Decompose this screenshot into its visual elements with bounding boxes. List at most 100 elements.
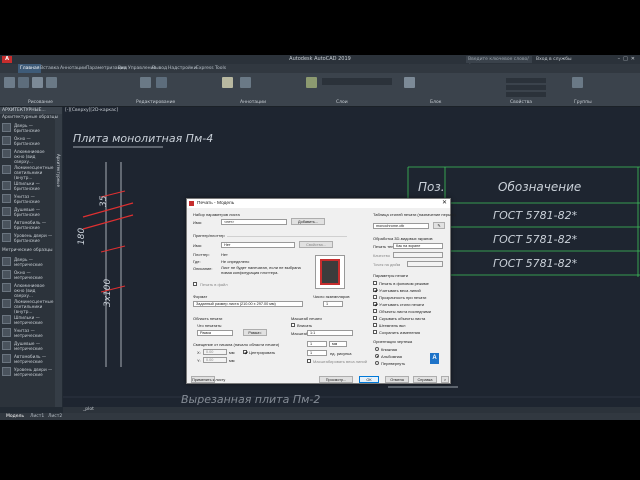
paper-format-select[interactable]: Заданный размер листа (210.00 x 297.00 м… <box>193 301 303 307</box>
copies-input[interactable]: 1 <box>323 301 343 307</box>
linetype-dropdown[interactable] <box>506 85 546 90</box>
print-to-file-checkbox[interactable] <box>193 282 197 286</box>
layer-properties-icon[interactable] <box>306 77 317 88</box>
orientation-label: Перевернуть <box>381 361 406 366</box>
drawing-title-text[interactable]: Плита монолитная Пм-4 <box>73 132 213 145</box>
offset-x-label: X: <box>197 350 201 355</box>
search-input[interactable]: Введите ключевое слово/фразу <box>466 56 532 69</box>
quality-select[interactable] <box>393 252 443 258</box>
fit-to-paper-checkbox[interactable] <box>291 323 295 327</box>
tab-view[interactable]: Вид <box>118 64 127 73</box>
printer-properties-button[interactable]: Свойства... <box>299 241 333 248</box>
dimension-tool-icon[interactable] <box>240 77 251 88</box>
dpi-input[interactable] <box>407 261 443 267</box>
gost-row[interactable]: ГОСТ 5781-82* <box>493 257 577 270</box>
palette-vertical-tab[interactable]: Архитектурные <box>55 114 62 407</box>
more-options-button[interactable]: > <box>441 376 449 383</box>
edit-plot-style-icon[interactable]: ✎ <box>433 222 445 229</box>
panel-draw[interactable]: Рисование <box>28 100 53 105</box>
panel-layers[interactable]: Слои <box>336 100 348 105</box>
scale-select[interactable]: 1:1 <box>307 330 353 336</box>
plot-option-checkbox[interactable] <box>373 302 377 306</box>
panel-properties[interactable]: Свойства <box>510 100 532 105</box>
plot-option-checkbox[interactable] <box>373 281 377 285</box>
plot-option-label: Штемпель вкл <box>379 323 406 328</box>
group-icon[interactable] <box>572 77 583 88</box>
line-tool-icon[interactable] <box>4 77 15 88</box>
signin-button[interactable]: Вход в службы <box>536 55 572 64</box>
move-tool-icon[interactable] <box>140 77 151 88</box>
window-select-button[interactable]: Рамка< <box>243 329 267 336</box>
page-setup-select[interactable]: <нет> <box>221 219 287 225</box>
printer-select[interactable]: Нет <box>221 242 295 248</box>
panel-block[interactable]: Блок <box>430 100 441 105</box>
close-icon[interactable]: ✕ <box>442 199 447 208</box>
rotate-tool-icon[interactable] <box>156 77 167 88</box>
tab-layout2[interactable]: Лист2 <box>48 413 62 420</box>
panel-annotation[interactable]: Аннотации <box>240 100 266 105</box>
offset-y-input[interactable]: 0.00 <box>203 357 227 363</box>
autocad-small-icon <box>189 201 194 206</box>
insert-block-icon[interactable] <box>404 77 415 88</box>
tab-model[interactable]: Модель <box>6 413 24 420</box>
table-header-poz[interactable]: Поз. <box>418 180 445 194</box>
dimension-180[interactable]: 180 <box>77 228 87 245</box>
color-dropdown[interactable] <box>506 78 546 83</box>
layer-dropdown[interactable] <box>322 78 392 85</box>
tab-output[interactable]: Вывод <box>152 64 167 73</box>
tab-layout1[interactable]: Лист1 <box>30 413 44 420</box>
polyline-tool-icon[interactable] <box>18 77 29 88</box>
shower-icon <box>2 207 11 216</box>
tab-home[interactable]: Главная <box>18 64 42 73</box>
shade-plot-select[interactable]: Как на экране <box>393 243 443 249</box>
drawing-bottom-text[interactable]: Вырезанная плита Пм-2 <box>181 393 320 406</box>
text-tool-icon[interactable] <box>222 77 233 88</box>
center-plot-checkbox[interactable] <box>243 350 247 354</box>
shaded-group-label: Обработка 3D-видовых экранов <box>373 236 433 241</box>
dimension-35[interactable]: 35 <box>99 196 109 207</box>
apply-to-layout-button[interactable]: Применить к листу <box>191 376 225 383</box>
cancel-button[interactable]: Отмена <box>385 376 409 383</box>
tab-addins[interactable]: Надстройки <box>168 64 197 73</box>
scale-numerator-input[interactable]: 1 <box>307 341 327 347</box>
scale-unit-select[interactable]: мм <box>329 341 347 347</box>
center-plot-label: Центрировать <box>249 350 276 355</box>
table-header-oboznachenie[interactable]: Обозначение <box>498 180 581 194</box>
panel-groups[interactable]: Группы <box>574 100 592 105</box>
gost-row[interactable]: ГОСТ 5781-82* <box>493 233 577 246</box>
orientation-radio[interactable] <box>375 347 379 351</box>
tab-insert[interactable]: Вставка <box>40 64 59 73</box>
circle-tool-icon[interactable] <box>32 77 43 88</box>
plot-option-checkbox[interactable] <box>373 288 377 292</box>
window-controls[interactable]: –□✕ <box>618 55 638 64</box>
plot-option-checkbox[interactable] <box>373 309 377 313</box>
scale-lineweights-checkbox[interactable] <box>307 359 311 363</box>
tab-annotate[interactable]: Аннотации <box>60 64 86 73</box>
ok-button[interactable]: ОК <box>359 376 379 383</box>
window-icon <box>2 136 11 145</box>
plot-options-group-label: Параметры печати <box>373 273 408 278</box>
add-page-setup-button[interactable]: Добавить... <box>291 218 325 225</box>
plot-option-checkbox[interactable] <box>373 323 377 327</box>
palette-header[interactable]: АРХИТЕКТУРНЫЕ... <box>0 107 62 114</box>
arc-tool-icon[interactable] <box>46 77 57 88</box>
lineweight-dropdown[interactable] <box>506 92 546 97</box>
door-elevation-icon <box>2 233 11 242</box>
what-to-print-select[interactable]: Рамка <box>197 330 233 336</box>
help-button[interactable]: Справка <box>413 376 437 383</box>
orientation-radio[interactable] <box>375 361 379 365</box>
palette-item-label: Унитаз — британские <box>14 194 40 204</box>
tab-express-tools[interactable]: Express Tools <box>196 64 226 73</box>
preview-button[interactable]: Просмотр... <box>319 376 353 383</box>
plot-option-checkbox[interactable] <box>373 316 377 320</box>
plot-style-select[interactable]: monochrome.ctb <box>373 223 429 229</box>
offset-x-input[interactable]: 0.00 <box>203 349 227 355</box>
orientation-radio[interactable] <box>375 354 379 358</box>
dimension-3x100[interactable]: 3x100 <box>103 279 113 307</box>
plot-option-checkbox[interactable] <box>373 330 377 334</box>
plot-option-checkbox[interactable] <box>373 295 377 299</box>
scale-denominator-input[interactable]: 1 <box>307 350 327 356</box>
panel-modify[interactable]: Редактирование <box>136 100 175 105</box>
gost-row[interactable]: ГОСТ 5781-82* <box>493 209 577 222</box>
orientation-group-label: Ориентация чертежа <box>373 339 413 344</box>
